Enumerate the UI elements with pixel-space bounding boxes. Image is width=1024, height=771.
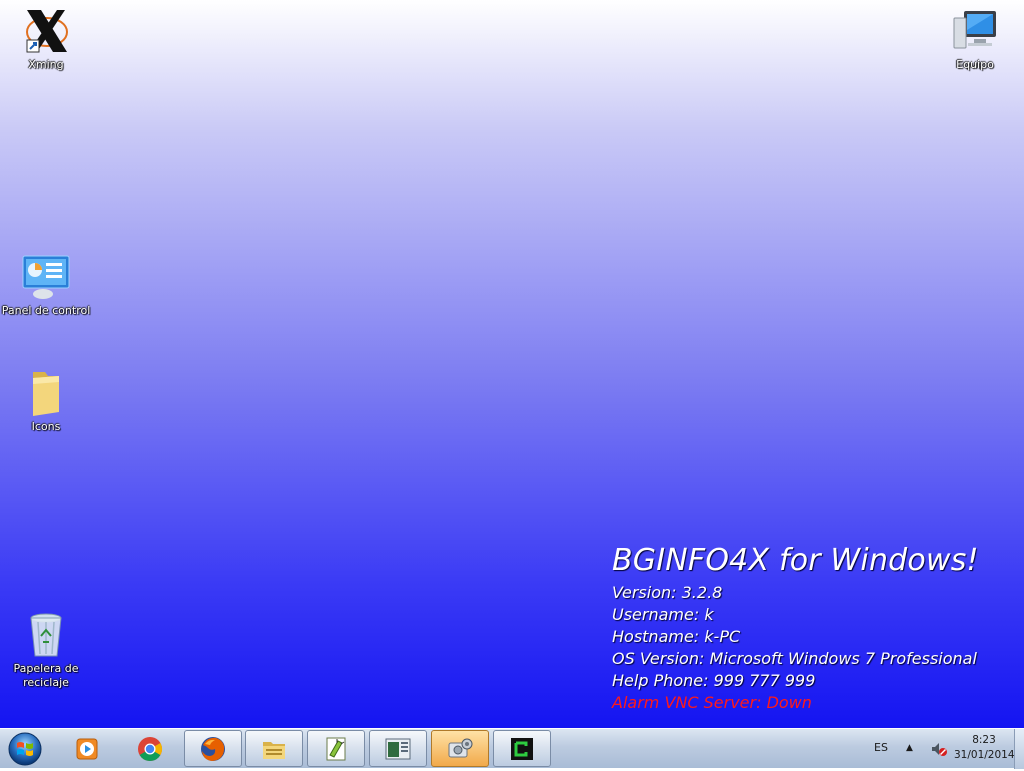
desktop-icon-label: Equipo [956, 58, 994, 71]
desktop-icon-recycle-bin[interactable]: Papelera de reciclaje [0, 610, 92, 690]
control-panel-icon [21, 252, 71, 302]
clock-date: 31/01/2014 [954, 749, 1015, 761]
recycle-bin-icon [21, 610, 71, 660]
taskbar-terminal[interactable] [493, 730, 551, 767]
desktop-icon-label: Icons [31, 420, 61, 433]
taskbar-settings-tool[interactable] [431, 730, 489, 767]
desktop-icon-panel-de-control[interactable]: Panel de control [0, 252, 92, 318]
desktop: Xming Equipo Panel de control Icons Pape… [0, 0, 1024, 728]
terminal-icon [511, 737, 533, 760]
desktop-icon-xming[interactable]: Xming [0, 6, 92, 72]
media-player-icon [76, 738, 98, 759]
language-indicator[interactable]: ES [874, 741, 888, 754]
taskbar-explorer[interactable] [245, 730, 303, 767]
folder-icon [21, 368, 71, 418]
computer-icon [950, 6, 1000, 56]
desktop-icon-label: Xming [28, 58, 64, 71]
bginfo-panel: BGINFO4X for Windows! Version: 3.2.8 Use… [612, 540, 1024, 714]
chrome-icon [138, 736, 163, 761]
bginfo-help-phone: Help Phone: 999 777 999 [612, 671, 816, 690]
bginfo-hostname: Hostname: k-PC [612, 627, 741, 646]
clock-time: 8:23 [972, 734, 996, 746]
bginfo-title: BGINFO4X for Windows! [612, 543, 979, 578]
firefox-icon [201, 736, 225, 761]
desktop-icon-equipo[interactable]: Equipo [929, 6, 1021, 72]
desktop-icon-icons-folder[interactable]: Icons [0, 368, 92, 434]
desktop-icon-label: Papelera de reciclaje [13, 662, 79, 689]
taskbar: ES ▲ 8:23 31/01/2014 [0, 728, 1024, 769]
clock[interactable]: 8:23 31/01/2014 [954, 733, 1015, 763]
notepad-plus-plus-icon [326, 737, 346, 760]
settings-tool-icon [448, 738, 473, 757]
system-tray: ES ▲ 8:23 31/01/2014 [844, 729, 1024, 769]
xming-icon [21, 6, 71, 56]
bginfo-editor-icon [385, 738, 411, 759]
taskbar-media-player[interactable] [58, 730, 116, 767]
windows-start-orb [8, 732, 42, 766]
taskbar-chrome[interactable] [121, 730, 179, 767]
taskbar-firefox[interactable] [184, 730, 242, 767]
bginfo-alarm: Alarm VNC Server: Down [612, 693, 812, 712]
taskbar-notepad-plus-plus[interactable] [307, 730, 365, 767]
bginfo-username: Username: k [612, 605, 714, 624]
show-desktop-button[interactable] [1014, 729, 1024, 769]
taskbar-bginfo-editor[interactable] [369, 730, 427, 767]
desktop-icon-label: Panel de control [1, 304, 91, 317]
explorer-icon [263, 741, 285, 759]
show-hidden-icons-arrow[interactable]: ▲ [906, 743, 913, 753]
bginfo-os-version: OS Version: Microsoft Windows 7 Professi… [612, 649, 977, 668]
volume-muted-icon[interactable] [930, 740, 948, 758]
bginfo-version: Version: 3.2.8 [612, 583, 723, 602]
start-button[interactable] [6, 731, 44, 767]
